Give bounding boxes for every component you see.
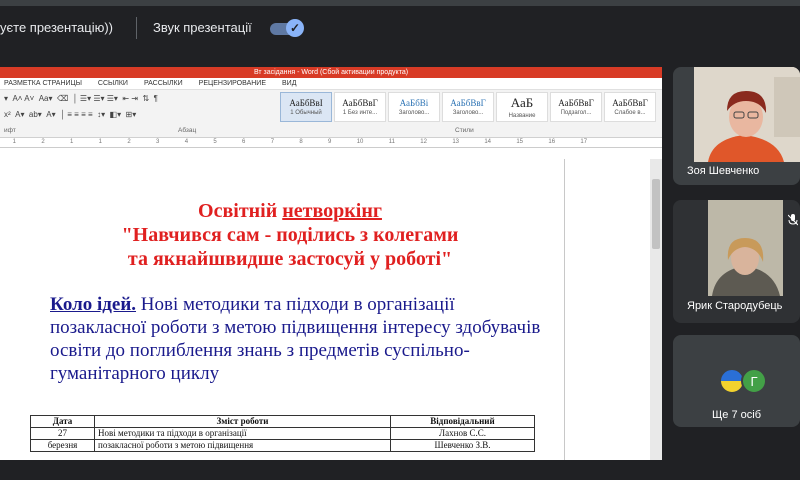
participant-name: Ярик Стародубець: [687, 300, 783, 312]
document-heading: Освітній нетворкінг "Навчився сам - поді…: [121, 200, 459, 270]
tab-view[interactable]: ВИД: [282, 78, 296, 89]
participant-tile[interactable]: Ярик Стародубець: [673, 200, 800, 323]
presenting-message: уєте презентацію)): [0, 20, 114, 35]
vertical-scrollbar[interactable]: [650, 159, 662, 460]
style-tile[interactable]: АаБбВвГ Заголово...: [442, 92, 494, 122]
style-tile[interactable]: АаБбВвІ 1 Обычный: [280, 92, 332, 122]
more-participants-label: Ще 7 осіб: [711, 409, 762, 421]
participant-tile[interactable]: Зоя Шевченко: [673, 67, 800, 185]
format-toolbar-row: x² A▾ ab▾ A▾ │ ≡ ≡ ≡ ≡ ↕▾ ◧▾ ⊞▾: [4, 110, 137, 119]
participant-video: [694, 67, 800, 162]
tab-page-layout[interactable]: РАЗМЕТКА СТРАНИЦЫ: [4, 78, 82, 89]
table-row: березня позакласної роботи з метою підви…: [30, 439, 535, 452]
style-tile[interactable]: АаБбВвГ 1 Без инте...: [334, 92, 386, 122]
table-row: 27 Нові методики та підходи в організаці…: [30, 427, 535, 440]
ribbon-tabs: РАЗМЕТКА СТРАНИЦЫ ССЫЛКИ РАССЫЛКИ РЕЦЕНЗ…: [0, 78, 662, 90]
document-table: Дата Зміст роботи Відповідальний 27 Нові…: [30, 415, 535, 452]
ruler: 1 2 1 1 2 3 4 5 6 7 8 9 10 11 12 13 14 15 16 17: [0, 138, 662, 148]
bottom-strip: [0, 466, 800, 480]
document-paragraph: Коло ідей. Нові методики та підходи в ор…: [50, 294, 541, 384]
style-tile[interactable]: АаБ Название: [496, 92, 548, 122]
top-strip: [0, 0, 800, 6]
participant-video: [708, 200, 783, 296]
participant-name: Зоя Шевченко: [687, 165, 760, 177]
shared-screen: Вт засідання - Word (Сбой активации прод…: [0, 67, 662, 460]
group-label-paragraph: Абзац: [178, 127, 197, 134]
font-toolbar-row: ▾ A˄ A˅ Aa▾ ⌫ │ ☰▾ ☰▾ ☰▾ ⇤ ⇥ ⇅ ¶: [4, 94, 158, 103]
more-participants-tile[interactable]: Г Ще 7 осіб: [673, 335, 800, 427]
meeting-top-bar: уєте презентацію)) Звук презентації ✓: [0, 0, 800, 52]
tab-mailings[interactable]: РАССЫЛКИ: [144, 78, 183, 89]
scrollbar-thumb[interactable]: [652, 179, 660, 249]
ribbon: ▾ A˄ A˅ Aa▾ ⌫ │ ☰▾ ☰▾ ☰▾ ⇤ ⇥ ⇅ ¶ x² A▾ a…: [0, 90, 662, 138]
presentation-sound-label: Звук презентації: [153, 20, 252, 35]
styles-gallery: АаБбВвІ 1 Обычный АаБбВвГ 1 Без инте... Аа…: [280, 92, 656, 122]
table-header-row: Дата Зміст роботи Відповідальний: [30, 415, 535, 428]
person-silhouette-icon: [694, 67, 800, 162]
style-tile[interactable]: АаБбВвГ Подзагол...: [550, 92, 602, 122]
group-label-font: ифт: [4, 127, 16, 134]
style-tile[interactable]: АаБбВі Заголово...: [388, 92, 440, 122]
group-label-styles: Стили: [455, 127, 474, 134]
tab-review[interactable]: РЕЦЕНЗИРОВАНИЕ: [199, 78, 266, 89]
divider: [136, 17, 137, 39]
tab-references[interactable]: ССЫЛКИ: [98, 78, 128, 89]
avatar: Г: [741, 368, 767, 394]
style-tile[interactable]: АаБбВвГ Слабое в...: [604, 92, 656, 122]
mic-muted-icon: [788, 214, 798, 226]
presentation-sound-toggle[interactable]: ✓: [270, 19, 304, 37]
person-silhouette-icon: [708, 200, 783, 296]
check-icon: ✓: [286, 19, 304, 37]
avatar-group: Г: [719, 368, 767, 394]
word-title-bar: Вт засідання - Word (Сбой активации прод…: [0, 67, 662, 78]
ruler-numbers: 1 2 1 1 2 3 4 5 6 7 8 9 10 11 12 13 14 15 16 17: [12, 139, 588, 145]
